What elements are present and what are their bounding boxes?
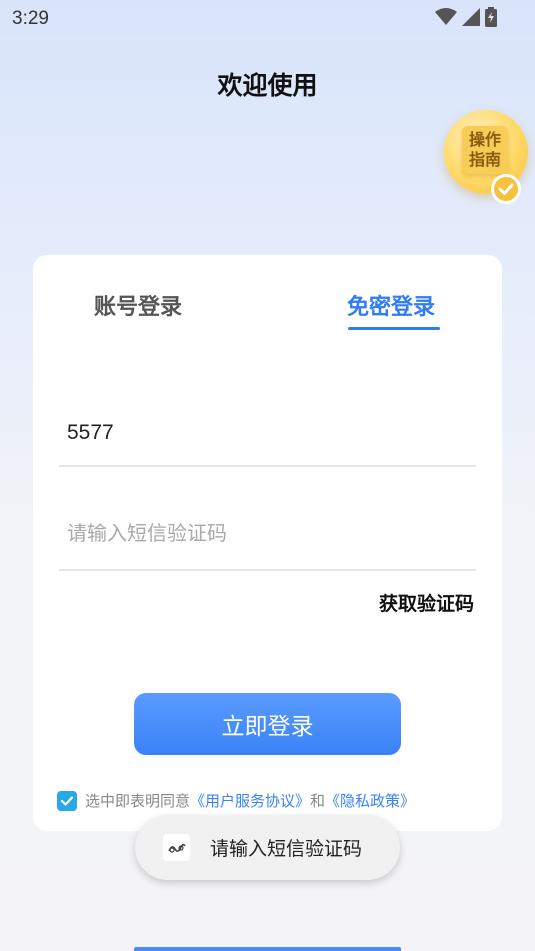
app-logo-icon xyxy=(163,834,190,861)
phone-input[interactable] xyxy=(59,421,476,445)
toast-text: 请输入短信验证码 xyxy=(210,838,363,860)
agreement-row: 选中即表明同意 《用户服务协议》 和 《隐私政策》 xyxy=(57,790,415,811)
bottom-partial-button xyxy=(134,947,401,951)
operation-guide-button[interactable]: 操作 指南 xyxy=(444,110,528,204)
checkmark-icon xyxy=(60,795,74,806)
page-title: 欢迎使用 xyxy=(217,71,318,100)
agreement-checkbox[interactable] xyxy=(57,790,77,811)
guide-label-line2: 指南 xyxy=(468,150,501,169)
wifi-icon xyxy=(435,8,457,25)
sms-code-field xyxy=(59,523,476,571)
get-code-button[interactable]: 获取验证码 xyxy=(379,589,474,616)
agreement-prefix: 选中即表明同意 xyxy=(85,792,191,810)
battery-icon xyxy=(485,7,497,27)
status-bar: 3:29 xyxy=(0,0,535,36)
guide-label-line1: 操作 xyxy=(468,130,501,149)
login-card: 账号登录 免密登录 获取验证码 立即登录 选中即表明同意 《用户服务协议》 和 … xyxy=(33,255,502,831)
guide-book-icon: 操作 指南 xyxy=(462,126,508,174)
login-button[interactable]: 立即登录 xyxy=(134,693,401,755)
active-tab-indicator xyxy=(348,327,440,330)
check-circle-icon xyxy=(491,174,521,204)
tab-account-login[interactable]: 账号登录 xyxy=(94,289,182,321)
sms-code-input[interactable] xyxy=(59,523,476,546)
phone-field xyxy=(59,421,476,467)
user-agreement-link[interactable]: 《用户服务协议》 xyxy=(190,790,310,811)
tab-passwordless-login[interactable]: 免密登录 xyxy=(347,289,435,321)
status-time: 3:29 xyxy=(12,8,49,29)
status-icons xyxy=(435,7,497,27)
signal-icon xyxy=(462,8,480,26)
toast-message: 请输入短信验证码 xyxy=(135,815,400,880)
privacy-policy-link[interactable]: 《隐私政策》 xyxy=(325,790,415,811)
agreement-conjunction: 和 xyxy=(310,792,326,810)
